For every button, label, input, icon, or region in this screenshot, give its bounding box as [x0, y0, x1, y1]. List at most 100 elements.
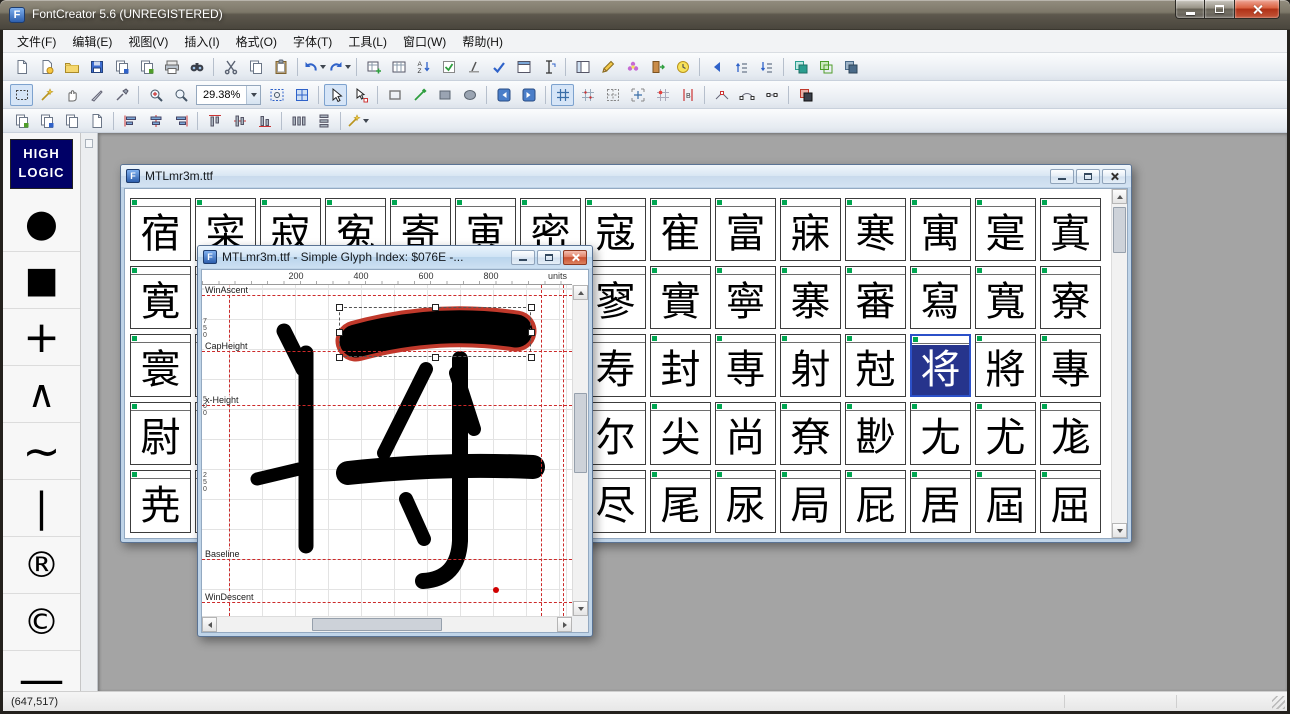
test-font-button[interactable] — [487, 56, 510, 78]
panel-splitter[interactable] — [81, 133, 98, 691]
selection-handle[interactable] — [432, 354, 439, 361]
menu-item[interactable]: 格式(O) — [228, 30, 285, 53]
previous-glyph-button[interactable] — [492, 84, 515, 106]
insert-characters-button[interactable] — [387, 56, 410, 78]
insert-points-button[interactable] — [735, 84, 758, 106]
selection-handle[interactable] — [528, 304, 535, 311]
glyph-cell[interactable]: 富 — [715, 198, 776, 261]
metric-guide-line[interactable] — [202, 559, 572, 560]
metric-guide-line[interactable] — [202, 602, 572, 603]
zoom-rectangle-button[interactable] — [265, 84, 288, 106]
next-glyph-button[interactable] — [517, 84, 540, 106]
glyph-cell[interactable]: 寥 — [585, 266, 646, 329]
draw-rectangle-button[interactable] — [433, 84, 456, 106]
show-boundaries-button[interactable] — [601, 84, 624, 106]
autosave-button[interactable] — [671, 56, 694, 78]
glyph-canvas[interactable]: WinAscentCapHeightx-HeightBaselineWinDes… — [202, 285, 572, 616]
close-button[interactable] — [1234, 0, 1280, 19]
glyph-cell[interactable]: 尿 — [715, 470, 776, 533]
glyph-sample[interactable]: © — [3, 594, 80, 651]
splitter-grip-icon[interactable] — [85, 139, 93, 148]
glyph-cell[interactable]: 寰 — [130, 334, 191, 397]
show-points-button[interactable] — [576, 84, 599, 106]
glyph-cell[interactable]: 專 — [1040, 334, 1101, 397]
glyph-cell[interactable]: 寮 — [1040, 266, 1101, 329]
glyph-validation-button[interactable] — [437, 56, 460, 78]
stroke[interactable] — [384, 369, 426, 453]
show-guidelines-button[interactable] — [626, 84, 649, 106]
glyph-sample[interactable]: ∧ — [3, 366, 80, 423]
pan-tool-button[interactable] — [60, 84, 83, 106]
align-top-button[interactable] — [203, 110, 226, 132]
glyph-cell[interactable]: 實 — [650, 266, 711, 329]
bearing-guide-line[interactable] — [229, 285, 230, 616]
draw-line-button[interactable] — [408, 84, 431, 106]
glyph-cell[interactable]: 宿 — [130, 198, 191, 261]
glyph-cell[interactable]: 尚 — [715, 402, 776, 465]
menu-item[interactable]: 窗口(W) — [395, 30, 454, 53]
glyph-cell[interactable]: 尢 — [910, 402, 971, 465]
bearing-guide-line[interactable] — [541, 285, 542, 616]
find-button[interactable] — [185, 56, 208, 78]
glyph-sample[interactable]: | — [3, 480, 80, 537]
undo-button[interactable] — [303, 56, 326, 78]
glyph-cell[interactable]: 尞 — [780, 402, 841, 465]
duplicate-contours-button[interactable] — [60, 110, 83, 132]
magic-wand-tool-button[interactable] — [35, 84, 58, 106]
resize-grip-icon[interactable] — [1272, 696, 1285, 709]
glyph-cell[interactable]: 尅 — [845, 334, 906, 397]
metric-guide-line[interactable] — [202, 351, 572, 352]
insert-glyphs-button[interactable] — [362, 56, 385, 78]
align-right-button[interactable] — [169, 110, 192, 132]
glyph-cell[interactable]: 尾 — [650, 470, 711, 533]
glyph-cell[interactable]: 尔 — [585, 402, 646, 465]
selection-rectangle[interactable] — [339, 307, 531, 357]
align-bottom-button[interactable] — [253, 110, 276, 132]
exclude-contours-button[interactable] — [839, 56, 862, 78]
pointer-tool-button[interactable] — [324, 84, 347, 106]
glyph-cell[interactable]: 局 — [780, 470, 841, 533]
glyph-cell[interactable]: 寿 — [585, 334, 646, 397]
print-button[interactable] — [160, 56, 183, 78]
glyph-sample[interactable]: ∼ — [3, 423, 80, 480]
measure-tool-button[interactable] — [110, 84, 133, 106]
center-vertically-button[interactable] — [228, 110, 251, 132]
glyph-sample[interactable]: + — [3, 309, 80, 366]
preview-button[interactable] — [512, 56, 535, 78]
glyph-cell[interactable]: 寨 — [780, 266, 841, 329]
combo-dropdown-button[interactable] — [246, 86, 260, 104]
glyph-cell[interactable]: 寛 — [130, 266, 191, 329]
scrollbar-thumb[interactable] — [312, 618, 442, 631]
space-evenly-vertical-button[interactable] — [312, 110, 335, 132]
remove-overlap-button[interactable] — [794, 84, 817, 106]
glyph-cell[interactable]: 尭 — [130, 470, 191, 533]
editor-maximize-button[interactable] — [537, 250, 561, 265]
glyph-cell[interactable]: 居 — [910, 470, 971, 533]
glyph-cell[interactable]: 屈 — [1040, 470, 1101, 533]
scroll-down-button[interactable] — [573, 601, 588, 616]
stroke[interactable] — [257, 469, 299, 479]
menu-item[interactable]: 工具(L) — [340, 30, 395, 53]
scroll-down-button[interactable] — [1112, 523, 1127, 538]
knife-tool-button[interactable] — [85, 84, 108, 106]
glyph-panel-button[interactable] — [571, 56, 594, 78]
scroll-left-button[interactable] — [202, 617, 217, 632]
show-bearings-button[interactable]: B — [676, 84, 699, 106]
show-grid-button[interactable] — [551, 84, 574, 106]
metric-guide-line[interactable] — [202, 405, 572, 406]
selection-handle[interactable] — [336, 354, 343, 361]
glyph-cell[interactable]: 寧 — [715, 266, 776, 329]
editor-horizontal-scrollbar[interactable] — [202, 616, 572, 632]
zoom-in-button[interactable] — [144, 84, 167, 106]
glyph-sample[interactable]: ® — [3, 537, 80, 594]
glyph-cell[interactable]: 尨 — [1040, 402, 1101, 465]
menu-item[interactable]: 字体(T) — [285, 30, 340, 53]
cut-button[interactable] — [219, 56, 242, 78]
sort-ascending-button[interactable] — [730, 56, 753, 78]
paste-button[interactable] — [269, 56, 292, 78]
overview-vertical-scrollbar[interactable] — [1111, 189, 1127, 538]
selection-handle[interactable] — [528, 329, 535, 336]
intersect-contours-button[interactable] — [814, 56, 837, 78]
snap-to-grid-button[interactable] — [651, 84, 674, 106]
export-font-button[interactable] — [110, 56, 133, 78]
